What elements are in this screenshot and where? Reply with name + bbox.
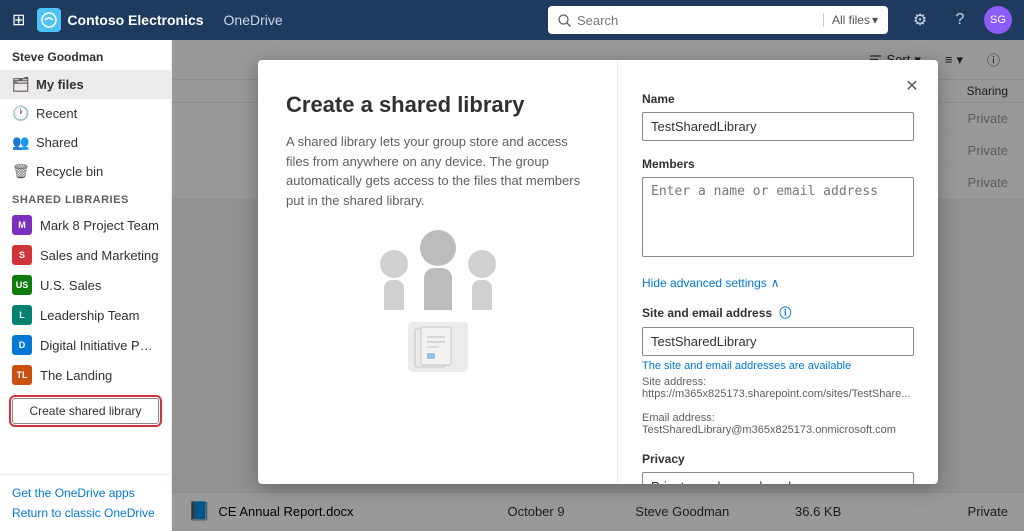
members-field: Members (642, 157, 914, 260)
ussales-label: U.S. Sales (40, 278, 101, 293)
my-files-icon: 🗂 (12, 76, 28, 93)
recycle-bin-icon: 🗑 (12, 163, 28, 180)
return-classic-link[interactable]: Return to classic OneDrive (12, 503, 159, 523)
site-label: Site and email address ⓘ (642, 304, 914, 321)
recent-icon: 🕐 (12, 105, 28, 122)
figure-head-left (380, 250, 408, 278)
topnav-icons: ⚙ ? SG (904, 4, 1012, 36)
availability-text: The site and email addresses are availab… (642, 360, 914, 372)
shared-icon: 👥 (12, 134, 28, 151)
sidebar-lib-digital[interactable]: D Digital Initiative Public Re (0, 330, 171, 360)
modal-description: A shared library lets your group store a… (286, 132, 589, 210)
brand-icon (37, 8, 61, 32)
content-area: Sort ▾ ≡ ▾ ⓘ Sharing (172, 40, 1024, 531)
figure-left (380, 250, 408, 310)
availability-message: The site and email addresses are availab… (642, 360, 914, 436)
ussales-badge: US (12, 275, 32, 295)
brand-name: Contoso Electronics (67, 12, 203, 28)
figure-head-right (468, 250, 496, 278)
settings-button[interactable]: ⚙ (904, 4, 936, 36)
sidebar-user: Steve Goodman (0, 40, 171, 70)
digital-badge: D (12, 335, 32, 355)
landing-badge: TL (12, 365, 32, 385)
figure-center (420, 230, 456, 310)
modal-illustration (286, 230, 589, 372)
members-label: Members (642, 157, 914, 171)
members-input[interactable] (642, 177, 914, 257)
digital-label: Digital Initiative Public Re (40, 338, 159, 353)
sidebar-lib-leadership[interactable]: L Leadership Team (0, 300, 171, 330)
site-address-input[interactable] (642, 327, 914, 356)
modal-overlay: Create a shared library A shared library… (172, 40, 1024, 531)
sales-badge: S (12, 245, 32, 265)
brand-logo[interactable]: Contoso Electronics (37, 8, 203, 32)
figure-body-left (384, 280, 404, 310)
sales-label: Sales and Marketing (40, 248, 159, 263)
name-field: Name (642, 92, 914, 141)
privacy-label: Privacy (642, 452, 914, 466)
sidebar-item-shared[interactable]: 👥 Shared (0, 128, 171, 157)
privacy-select[interactable]: Private - only members have access Publi… (642, 472, 914, 484)
landing-label: The Landing (40, 368, 112, 383)
create-library-modal: Create a shared library A shared library… (258, 60, 938, 484)
sidebar-item-recent[interactable]: 🕐 Recent (0, 99, 171, 128)
avatar[interactable]: SG (984, 6, 1012, 34)
sidebar: Steve Goodman 🗂 My files 🕐 Recent 👥 Shar… (0, 40, 172, 531)
illustration-group (380, 230, 496, 372)
site-address-text: Site address: https://m365x825173.sharep… (642, 376, 914, 400)
site-info-icon: ⓘ (779, 306, 791, 320)
figure-group (380, 230, 496, 310)
site-address-field: Site and email address ⓘ The site and em… (642, 304, 914, 436)
leadership-badge: L (12, 305, 32, 325)
search-bar[interactable]: All files ▾ (548, 6, 888, 34)
sidebar-lib-mark8[interactable]: M Mark 8 Project Team (0, 210, 171, 240)
figure-right (468, 250, 496, 310)
modal-left-panel: Create a shared library A shared library… (258, 60, 618, 484)
leadership-label: Leadership Team (40, 308, 140, 323)
hide-advanced-link[interactable]: Hide advanced settings ∧ (642, 276, 914, 290)
sidebar-lib-landing[interactable]: TL The Landing (0, 360, 171, 390)
grid-icon[interactable]: ⊞ (12, 10, 25, 30)
sidebar-item-recycle-bin[interactable]: 🗑 Recycle bin (0, 157, 171, 186)
help-button[interactable]: ? (944, 4, 976, 36)
mark8-badge: M (12, 215, 32, 235)
docs-illustration (408, 322, 468, 372)
search-filter-dropdown[interactable]: All files ▾ (823, 13, 878, 27)
docs-svg (413, 325, 463, 369)
search-input[interactable] (577, 13, 817, 28)
app-name: OneDrive (224, 12, 283, 28)
modal-title: Create a shared library (286, 92, 589, 118)
name-label: Name (642, 92, 914, 106)
mark8-label: Mark 8 Project Team (40, 218, 159, 233)
sidebar-lib-sales[interactable]: S Sales and Marketing (0, 240, 171, 270)
privacy-field: Privacy Private - only members have acce… (642, 452, 914, 484)
top-navigation: ⊞ Contoso Electronics OneDrive All files… (0, 0, 1024, 40)
shared-libraries-header: Shared libraries (0, 186, 171, 210)
create-shared-library-button[interactable]: Create shared library (12, 398, 159, 424)
modal-close-button[interactable]: ✕ (898, 72, 926, 100)
search-icon (558, 14, 571, 27)
email-address-text: Email address: TestSharedLibrary@m365x82… (642, 412, 914, 436)
sidebar-bottom: Get the OneDrive apps Return to classic … (0, 474, 171, 531)
figure-body-center (424, 268, 452, 310)
get-onedrive-apps-link[interactable]: Get the OneDrive apps (12, 483, 159, 503)
name-input[interactable] (642, 112, 914, 141)
figure-head-center (420, 230, 456, 266)
sidebar-item-my-files[interactable]: 🗂 My files (0, 70, 171, 99)
sidebar-lib-ussales[interactable]: US U.S. Sales (0, 270, 171, 300)
modal-right-panel: ✕ Name Members Hide advanced settings ∧ (618, 60, 938, 484)
main-area: Steve Goodman 🗂 My files 🕐 Recent 👥 Shar… (0, 40, 1024, 531)
figure-body-right (472, 280, 492, 310)
